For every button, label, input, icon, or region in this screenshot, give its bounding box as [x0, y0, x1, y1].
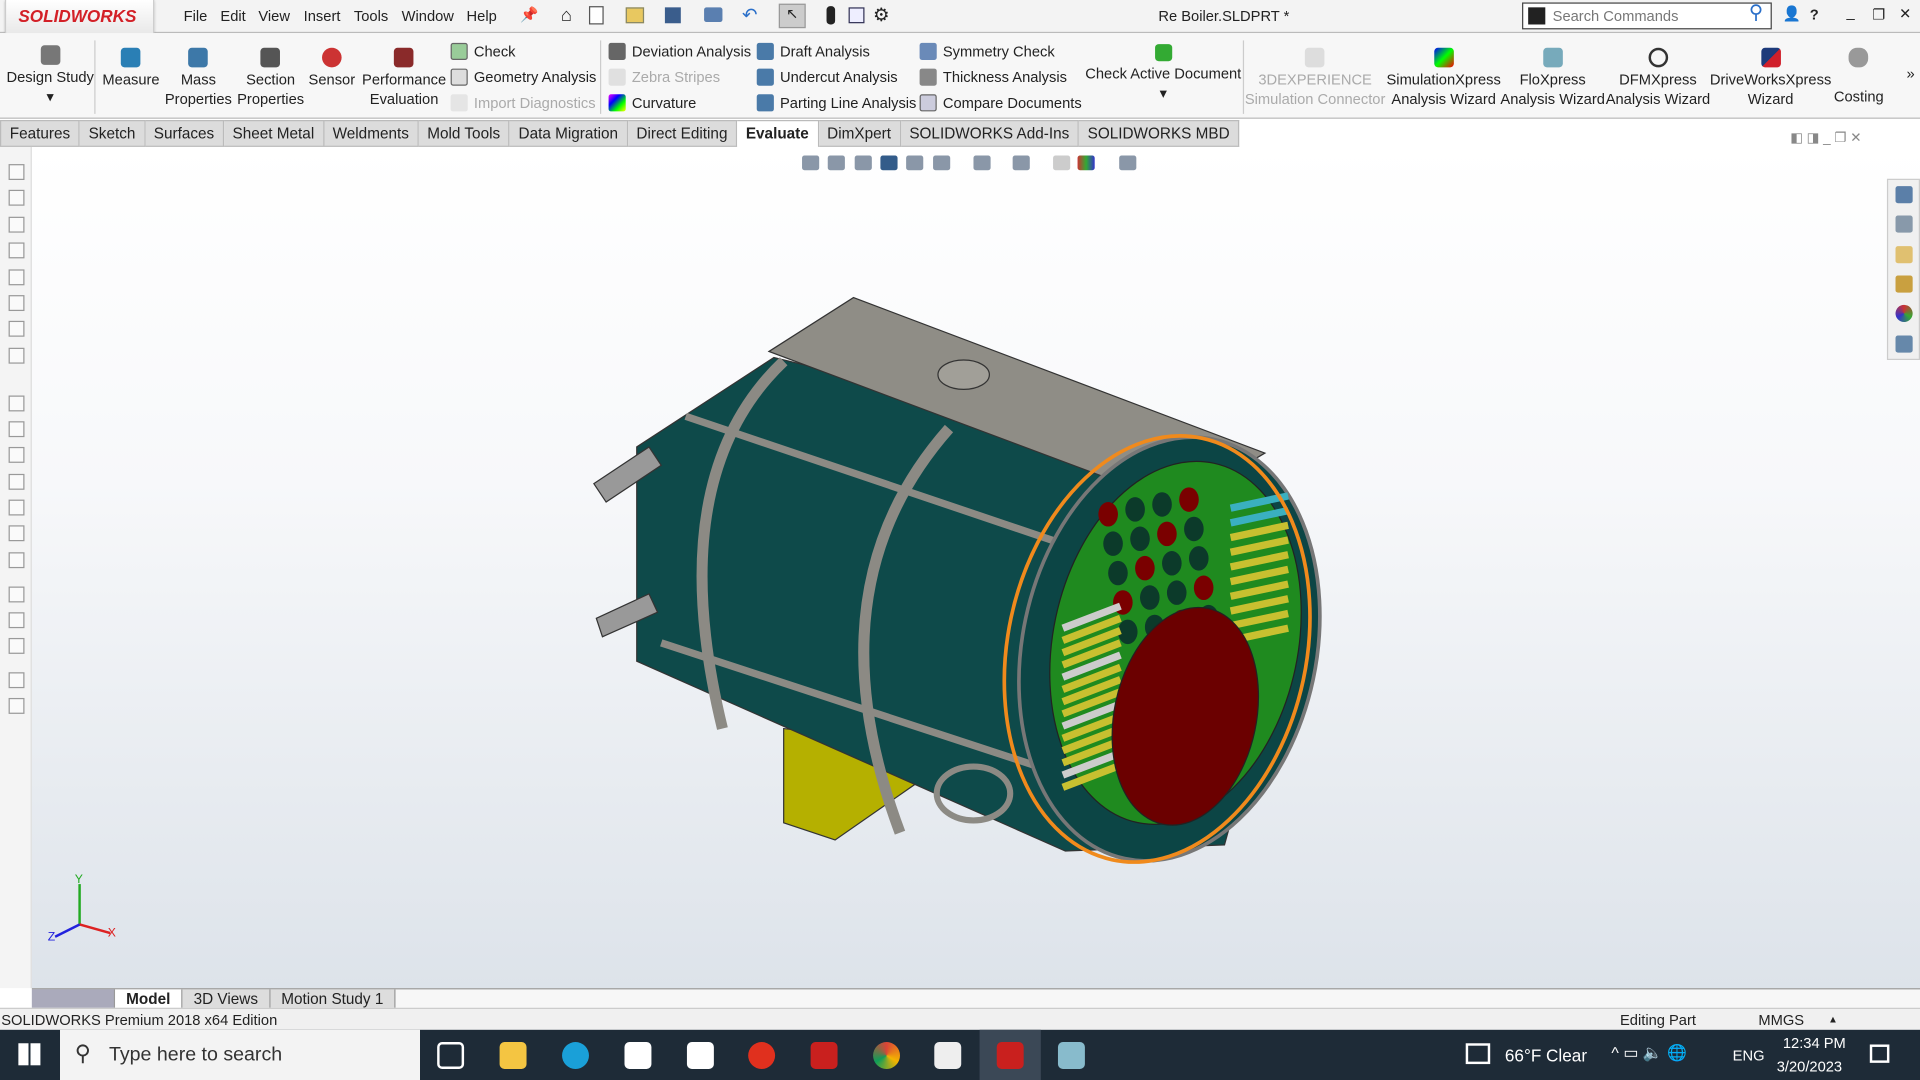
top-nozzle [937, 359, 991, 391]
tube-hole [1117, 619, 1138, 645]
paint-icon[interactable] [1057, 1042, 1085, 1069]
editing-mode: Editing Part [1620, 1011, 1696, 1029]
tube-hole [1188, 546, 1209, 571]
tube-hole [1152, 492, 1172, 517]
tab-scroll-arrows[interactable] [31, 989, 116, 1009]
windows-taskbar: ⚲ Type here to search 66°F Clear ^ ▭ 🔈 🌐 … [0, 1029, 1920, 1080]
clock-date[interactable]: 3/20/2023 [1777, 1058, 1842, 1075]
notifications-icon[interactable] [1869, 1044, 1890, 1063]
tube-hole [1162, 551, 1182, 576]
calculator-icon[interactable] [934, 1042, 962, 1069]
tube-hole [1125, 497, 1145, 522]
solidworks-icon [996, 1042, 1024, 1069]
store-icon[interactable] [624, 1042, 652, 1069]
solidworks-taskbar-button[interactable] [979, 1029, 1041, 1080]
file-explorer-icon[interactable] [499, 1042, 527, 1069]
edge-icon[interactable] [562, 1042, 589, 1069]
caret-up-icon[interactable]: ▲ [1828, 1009, 1838, 1031]
tube-hole [1184, 516, 1204, 542]
tab-3d-views[interactable]: 3D Views [182, 989, 271, 1009]
recorder-icon[interactable] [748, 1042, 776, 1069]
tube-hole [1130, 526, 1150, 552]
edition-text: SOLIDWORKS Premium 2018 x64 Edition [1, 1011, 278, 1029]
svg-text:X: X [108, 926, 116, 940]
taskbar-search-box[interactable]: ⚲ Type here to search [60, 1029, 421, 1080]
tray-icons[interactable]: ^ ▭ 🔈 🌐 [1611, 1043, 1686, 1063]
tube-hole [1157, 521, 1177, 547]
units-selector[interactable]: MMGS [1758, 1009, 1804, 1031]
model-tabs: Model 3D Views Motion Study 1 [31, 988, 1920, 1009]
svg-text:Y: Y [75, 872, 83, 886]
tube-hole [1135, 555, 1155, 581]
weather-icon[interactable] [1465, 1043, 1491, 1065]
tube-hole [1179, 487, 1199, 512]
acrobat-icon[interactable] [810, 1042, 838, 1069]
svg-text:Z: Z [48, 929, 56, 943]
mail-icon[interactable] [686, 1042, 714, 1069]
coordinate-triad: Y X Z [48, 872, 116, 944]
windows-start-icon[interactable] [18, 1043, 41, 1066]
tube-hole [1193, 575, 1214, 601]
tube-hole [1166, 580, 1187, 605]
tab-model[interactable]: Model [115, 989, 183, 1009]
status-bar: SOLIDWORKS Premium 2018 x64 Edition Edit… [0, 1007, 1920, 1031]
weather-text[interactable]: 66°F Clear [1505, 1046, 1587, 1066]
task-view-icon[interactable] [437, 1042, 465, 1069]
chrome-icon[interactable] [873, 1042, 901, 1069]
tube-hole [1108, 560, 1128, 586]
tube-hole [1140, 585, 1160, 610]
search-icon: ⚲ [74, 1040, 91, 1066]
boiler-model[interactable]: Y X Z [0, 0, 1920, 1080]
tube-hole [1103, 531, 1123, 556]
tab-motion-study-1[interactable]: Motion Study 1 [270, 989, 396, 1009]
clock-time[interactable]: 12:34 PM [1783, 1035, 1846, 1052]
tube-hole [1098, 502, 1118, 527]
language-indicator[interactable]: ENG [1733, 1047, 1765, 1064]
